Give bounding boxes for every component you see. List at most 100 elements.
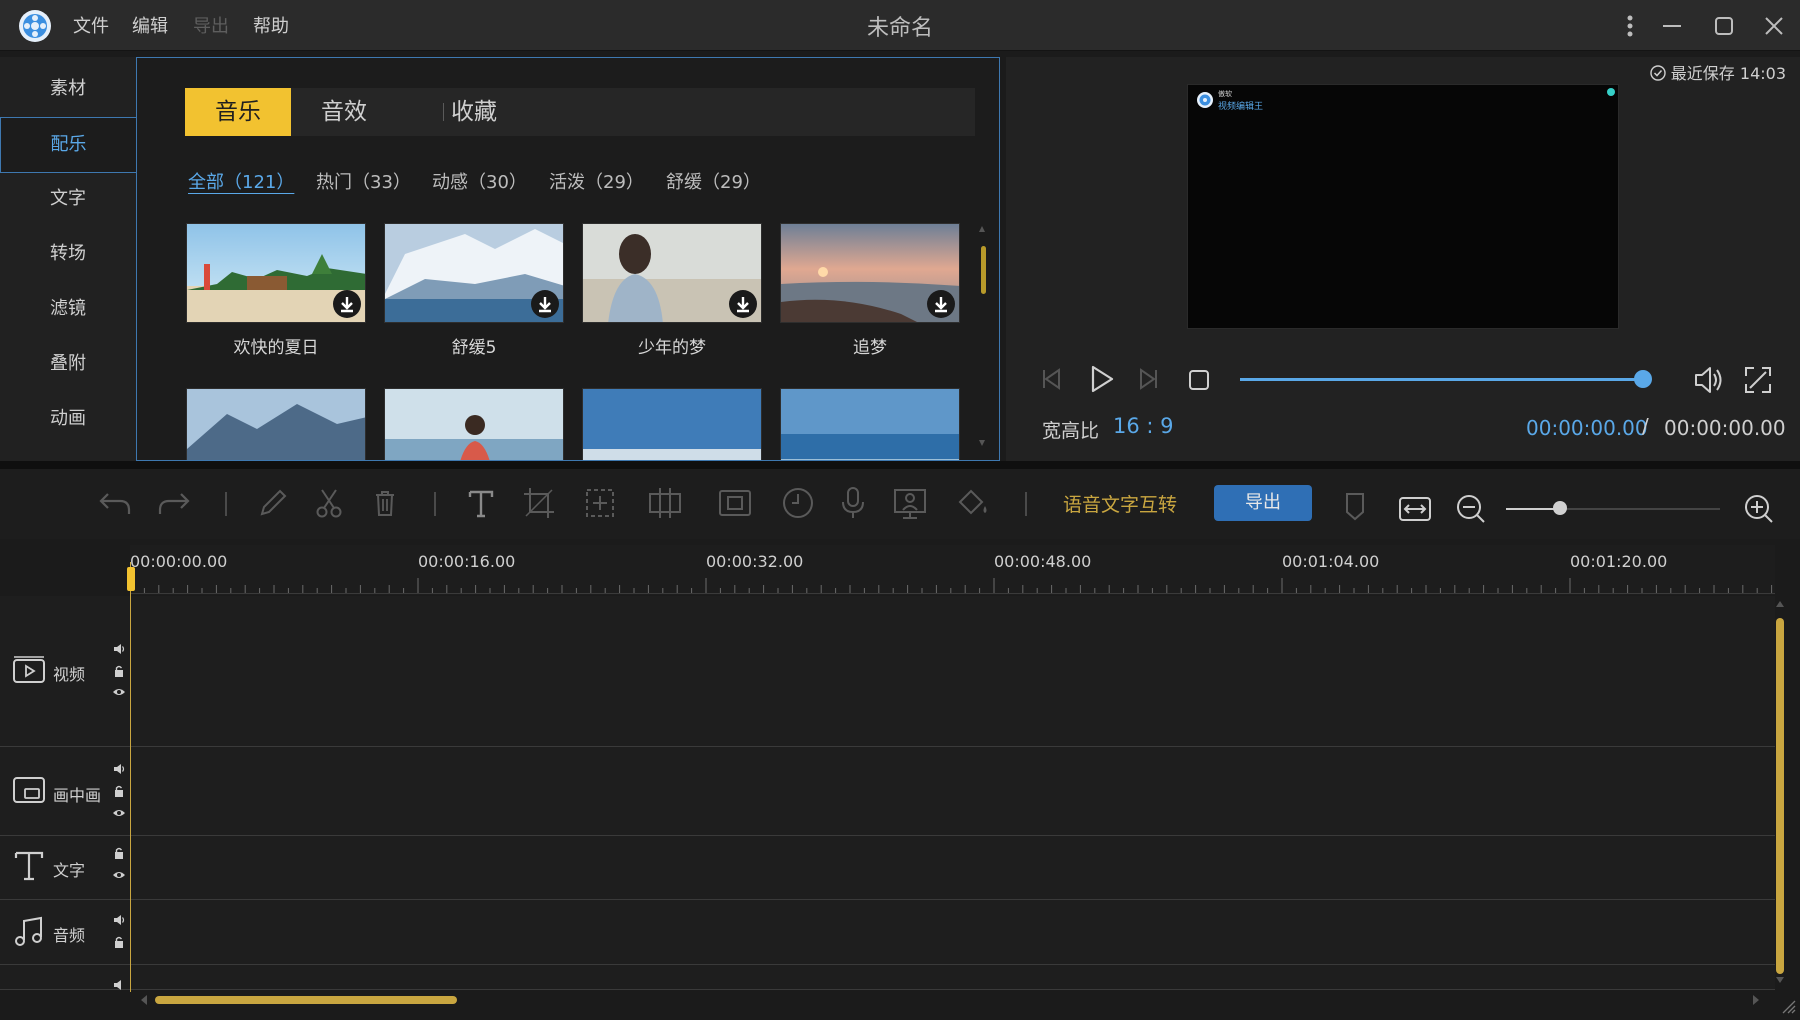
freeze-frame-icon[interactable] <box>716 484 754 522</box>
text-tool-icon[interactable] <box>462 484 500 522</box>
nav-item-filter[interactable]: 滤镜 <box>0 282 136 336</box>
nav-item-animation[interactable]: 动画 <box>0 392 136 446</box>
lock-icon[interactable] <box>112 846 126 860</box>
zoom-out-icon[interactable] <box>1452 490 1490 528</box>
mute-icon[interactable] <box>112 913 126 927</box>
export-button[interactable]: 导出 <box>1214 485 1312 521</box>
vertical-scrollbar[interactable] <box>1776 618 1784 974</box>
maximize-icon[interactable] <box>1710 12 1738 40</box>
track-row-audio[interactable] <box>0 900 1775 965</box>
scroll-right-icon[interactable] <box>1750 993 1762 1007</box>
nav-item-transition[interactable]: 转场 <box>0 227 136 281</box>
library-scroll-thumb[interactable] <box>981 246 986 294</box>
play-icon[interactable] <box>1084 362 1118 396</box>
volume-icon[interactable] <box>1690 362 1726 398</box>
scroll-left-icon[interactable] <box>138 993 150 1007</box>
delete-icon[interactable] <box>366 484 404 522</box>
nav-item-text[interactable]: 文字 <box>0 172 136 226</box>
color-fill-icon[interactable] <box>954 484 992 522</box>
speech-text-convert-button[interactable]: 语音文字互转 <box>1063 490 1177 517</box>
next-frame-icon[interactable] <box>1133 364 1163 394</box>
lock-icon[interactable] <box>112 664 126 678</box>
duration-clock-icon[interactable] <box>779 484 817 522</box>
tab-sound-effects[interactable]: 音效 <box>291 88 397 136</box>
redo-icon[interactable] <box>155 484 193 522</box>
lock-icon[interactable] <box>112 935 126 949</box>
track-thumbnail-mountains[interactable] <box>186 388 366 460</box>
mute-icon[interactable] <box>112 978 126 992</box>
minimize-icon[interactable] <box>1658 12 1686 40</box>
visibility-icon[interactable] <box>112 685 126 699</box>
nav-item-materials[interactable]: 素材 <box>0 62 136 116</box>
track-row-pip[interactable] <box>0 747 1775 836</box>
download-icon[interactable] <box>333 290 361 318</box>
watermark-close-icon[interactable] <box>1607 88 1615 96</box>
download-icon[interactable] <box>729 290 757 318</box>
mosaic-icon[interactable] <box>646 484 684 522</box>
undo-icon[interactable] <box>96 484 134 522</box>
scroll-up-icon[interactable] <box>1774 598 1786 610</box>
playhead-line <box>130 562 131 992</box>
toolbar-separator <box>225 492 227 516</box>
horizontal-scrollbar[interactable] <box>155 996 457 1004</box>
track-thumbnail-blue-sky[interactable] <box>582 388 762 460</box>
visibility-icon[interactable] <box>112 868 126 882</box>
resize-grip-icon[interactable] <box>1780 998 1796 1014</box>
track-row-text[interactable] <box>0 836 1775 900</box>
track-thumbnail-summer[interactable] <box>186 223 366 323</box>
download-icon[interactable] <box>531 290 559 318</box>
ruler-tick-label: 00:01:04.00 <box>1282 552 1380 571</box>
playback-progress-track[interactable] <box>1240 378 1644 381</box>
picture-in-picture-person-icon[interactable] <box>891 484 929 522</box>
playhead-handle[interactable] <box>127 567 135 591</box>
stop-icon[interactable] <box>1184 366 1214 396</box>
microphone-icon[interactable] <box>834 484 872 522</box>
track-thumbnail-youth-dream[interactable] <box>582 223 762 323</box>
panel-divider[interactable] <box>0 461 1800 469</box>
crop-icon[interactable] <box>520 484 558 522</box>
zoom-slider-knob[interactable] <box>1552 501 1567 515</box>
playback-progress-knob[interactable] <box>1634 370 1652 388</box>
edit-pencil-icon[interactable] <box>254 484 292 522</box>
track-thumbnail-beach[interactable] <box>780 388 960 460</box>
filter-lively[interactable]: 活泼（29） <box>549 168 644 194</box>
music-library-panel: 音乐 音效 收藏 全部（121） 热门（33） 动感（30） 活泼（29） 舒缓… <box>136 57 1000 461</box>
fit-timeline-icon[interactable] <box>1396 490 1434 528</box>
fullscreen-icon[interactable] <box>1742 364 1774 396</box>
scissors-icon[interactable] <box>310 484 348 522</box>
track-row-extra[interactable] <box>0 965 1775 990</box>
tab-music[interactable]: 音乐 <box>185 88 291 136</box>
filter-soothing[interactable]: 舒缓（29） <box>666 168 761 194</box>
visibility-icon[interactable] <box>112 806 126 820</box>
filter-dynamic[interactable]: 动感（30） <box>432 168 527 194</box>
timeline-ruler[interactable] <box>130 545 1775 595</box>
track-title: 少年的梦 <box>638 338 706 358</box>
zoom-slider-fill <box>1506 508 1560 510</box>
track-thumbnail-soothing5[interactable] <box>384 223 564 323</box>
mute-icon[interactable] <box>112 762 126 776</box>
close-icon[interactable] <box>1760 12 1788 40</box>
aspect-ratio-value[interactable]: 16 : 9 <box>1113 414 1174 438</box>
watermark-app-name: 视频编辑王 <box>1218 102 1264 112</box>
scroll-down-icon[interactable] <box>1774 974 1786 986</box>
library-tabs: 音乐 音效 收藏 <box>185 88 975 136</box>
download-icon[interactable] <box>927 290 955 318</box>
track-thumbnail-girl-sea[interactable] <box>384 388 564 460</box>
nav-item-overlay[interactable]: 叠附 <box>0 337 136 391</box>
previous-frame-icon[interactable] <box>1037 364 1067 394</box>
marker-icon[interactable] <box>1340 490 1370 522</box>
tab-favorites[interactable]: 收藏 <box>421 88 527 136</box>
track-row-video[interactable] <box>0 596 1775 747</box>
ruler-tick-label: 00:00:32.00 <box>706 552 804 571</box>
lock-icon[interactable] <box>112 784 126 798</box>
add-marker-icon[interactable] <box>581 484 619 522</box>
zoom-in-icon[interactable] <box>1740 490 1778 528</box>
ruler-tick-label: 00:01:20.00 <box>1570 552 1668 571</box>
more-options-icon[interactable] <box>1616 12 1644 40</box>
mute-icon[interactable] <box>112 642 126 656</box>
track-thumbnail-chasing-dream[interactable] <box>780 223 960 323</box>
filter-all[interactable]: 全部（121） <box>188 168 294 194</box>
track-title: 追梦 <box>853 338 887 358</box>
nav-item-music[interactable]: 配乐 <box>0 117 136 173</box>
filter-popular[interactable]: 热门（33） <box>316 168 411 194</box>
